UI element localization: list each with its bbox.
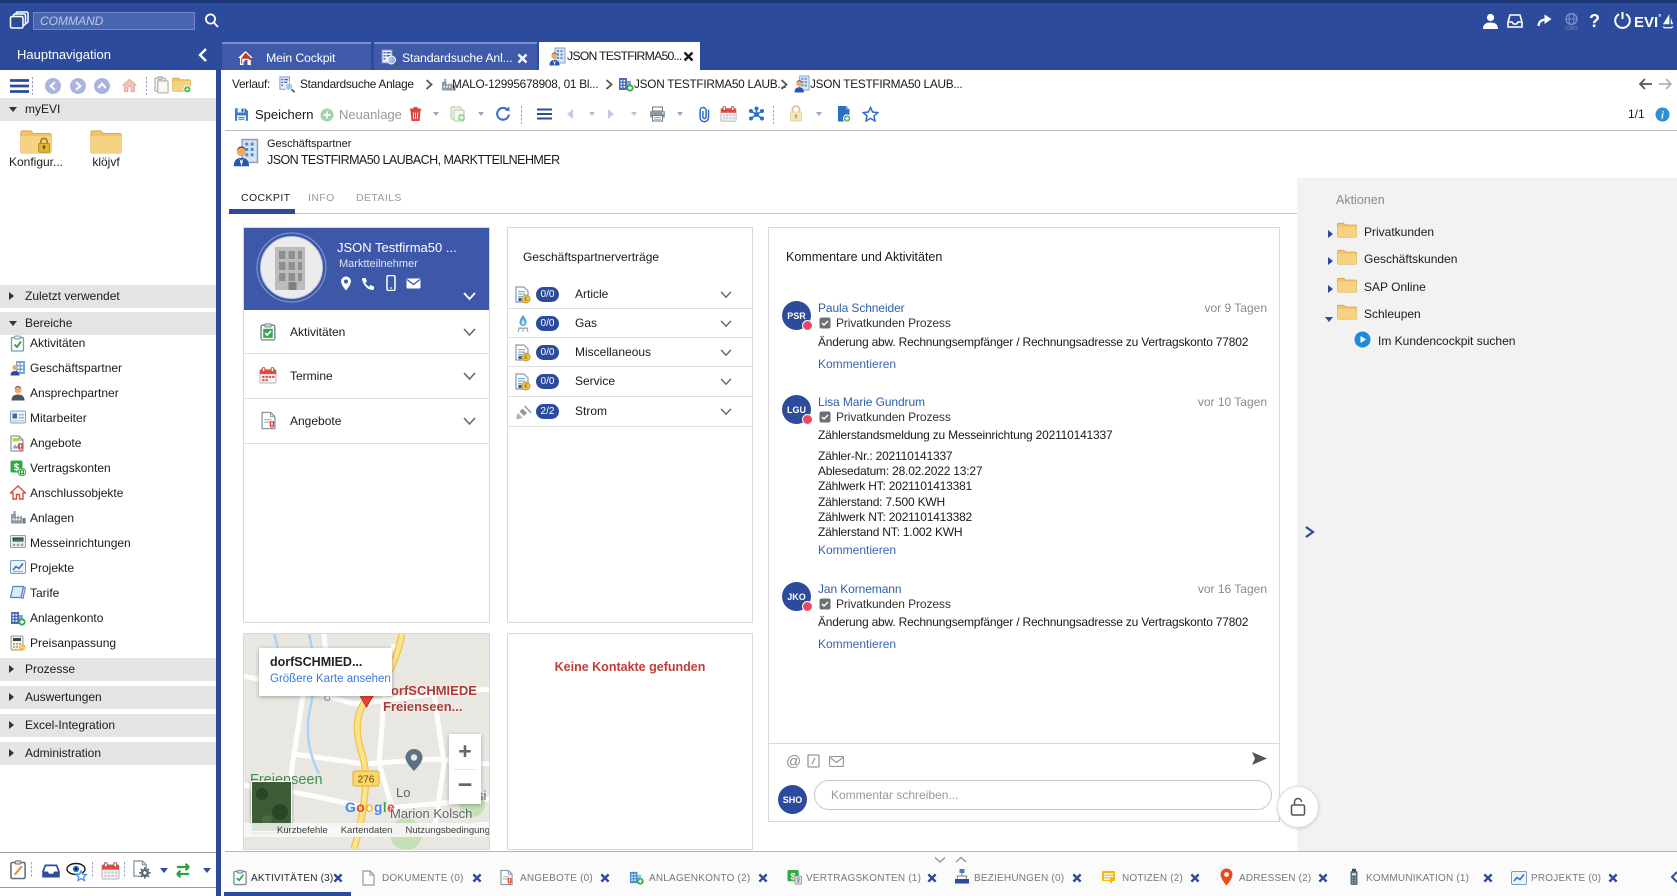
- svg-text:276: 276: [358, 775, 375, 786]
- svg-text:i: i: [1661, 111, 1664, 122]
- svg-text:188888: 188888: [12, 539, 25, 543]
- svg-text:Lo: Lo: [396, 785, 410, 800]
- svg-text:%: %: [20, 646, 25, 651]
- svg-text:CRO: CRO: [1565, 26, 1578, 31]
